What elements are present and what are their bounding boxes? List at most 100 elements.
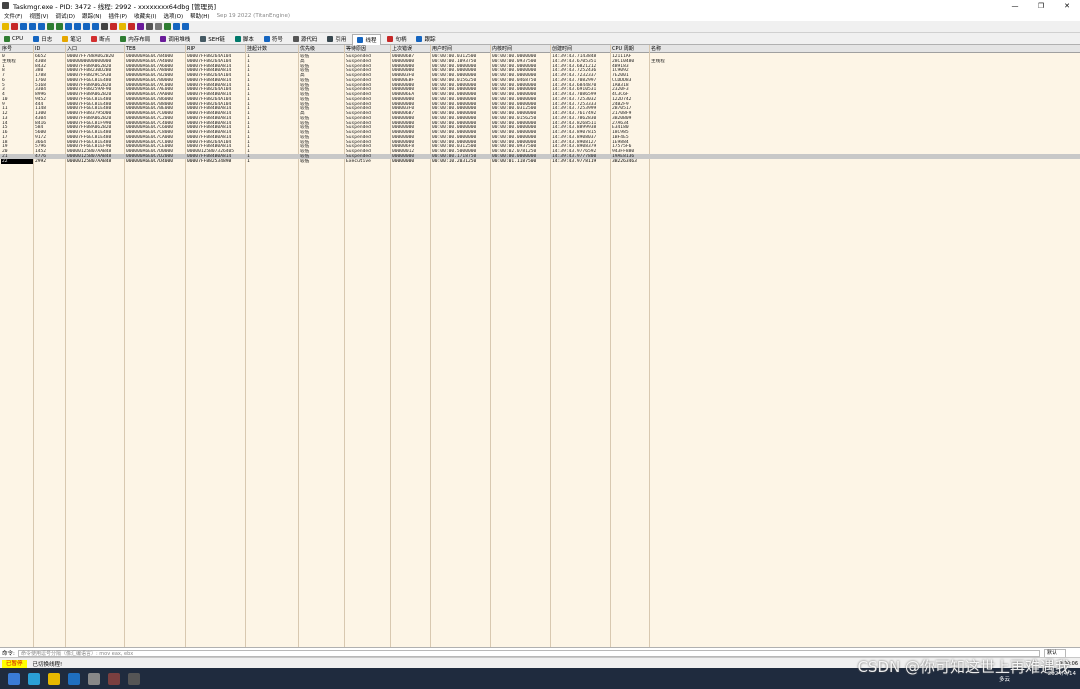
handles-icon [387,36,394,42]
tab-label: 内存布局 [128,37,151,43]
memory-map-icon [120,36,127,42]
restart-icon[interactable] [11,23,18,30]
tab-label: SEH链 [208,37,225,43]
stop-icon[interactable] [101,23,108,30]
tab-threads[interactable]: 线程 [352,33,382,45]
execute-till-return-icon[interactable] [83,23,90,30]
table-cell: 2992 [35,158,47,164]
breakpoint-icon [91,36,98,42]
source-icon [292,36,299,42]
table-row[interactable]: 22 2992 00000125B07AAB48 000000A6E0C7D4000 0… [0,158,1080,164]
table-cell: 00:00:01.1187500 [492,158,537,164]
menu-file[interactable]: 文件(F) [4,12,22,20]
open-icon[interactable] [2,23,9,30]
taskmgr-taskbar-icon[interactable] [128,672,140,685]
trace-over-icon[interactable] [74,23,81,30]
column-header[interactable]: 优先级 [299,45,344,53]
patch-icon[interactable] [110,23,117,30]
start-icon[interactable] [8,672,20,685]
calculator-icon[interactable] [164,23,171,30]
hash-icon[interactable] [146,23,153,30]
comments-icon[interactable] [119,23,126,30]
toolbar [0,21,1080,33]
references-icon [327,36,334,42]
tab-references[interactable]: 引用 [323,34,350,44]
view-tabs: CPU 日志 笔记 断点 内存布局 调用堆栈 SEH链 脚本 符号 源代码 引用 线程 句柄 跟踪 [0,33,1080,45]
menu-view[interactable]: 视图(V) [29,12,48,20]
mail-icon[interactable] [68,672,80,685]
window-title: Taskmgr.exe - PID: 3472 - 线程: 2992 - xxx… [13,2,217,11]
menu-favourites[interactable]: 收藏夹(I) [134,12,156,20]
tab-cpu[interactable]: CPU [0,34,27,44]
tab-label: 脚本 [242,37,254,43]
tab-label: 日志 [41,37,53,43]
column-header[interactable]: CPU 周期 [611,45,649,53]
column-header[interactable]: 序号 [1,45,33,53]
tab-memory-map[interactable]: 内存布局 [116,34,154,44]
tab-handles[interactable]: 句柄 [383,34,410,44]
column-header[interactable]: 上次错误 [391,45,430,53]
column-header[interactable]: 等待原因 [345,45,390,53]
tab-label: 笔记 [70,37,82,43]
tab-label: 符号 [271,37,283,43]
column-header[interactable]: RIP [186,45,245,53]
store-icon[interactable] [88,672,100,685]
tab-label: 句柄 [395,37,407,43]
column-header[interactable]: 入口 [66,45,124,53]
column-header[interactable]: 内核时间 [491,45,550,53]
window-controls: — ❐ ✕ [1002,0,1080,11]
step-over-icon[interactable] [56,23,63,30]
menu-help[interactable]: 帮助(H) [190,12,209,20]
tab-notes[interactable]: 笔记 [58,34,85,44]
debug-state-badge: 已暂停 [2,659,27,668]
seh-icon [200,36,207,42]
column-header[interactable]: 名称 [650,45,1079,53]
app-icon [2,2,9,9]
menu-bar: 文件(F) 视图(V) 调试(D) 跟踪(N) 插件(P) 收藏夹(I) 选项(… [0,11,1080,21]
run-to-user-code-icon[interactable] [92,23,99,30]
menu-trace[interactable]: 跟踪(N) [82,12,101,20]
tab-source[interactable]: 源代码 [289,34,322,44]
column-header[interactable]: 创建时间 [551,45,610,53]
close-button[interactable]: ✕ [1054,0,1080,11]
table-cell: Executive [346,158,371,164]
tab-symbols[interactable]: 符号 [260,34,287,44]
maximize-button[interactable]: ❐ [1028,0,1054,11]
status-message: 已切换线程! [32,661,63,668]
table-cell [650,159,1079,164]
tab-seh[interactable]: SEH链 [196,34,229,44]
labels-icon[interactable] [128,23,135,30]
column-header[interactable]: 用户时间 [431,45,490,53]
menu-plugins[interactable]: 插件(P) [108,12,127,20]
tab-label: CPU [12,36,24,42]
tab-label: 跟踪 [424,37,436,43]
globe-icon[interactable] [182,23,189,30]
column-header[interactable]: ID [34,45,65,53]
x64dbg-taskbar-icon[interactable] [108,672,120,685]
table-cell: 00000000 [392,158,415,164]
table-cell: 00007FFB8253489B [187,158,232,164]
column-header[interactable]: 挂起计数 [246,45,298,53]
pause-icon[interactable] [38,23,45,30]
step-into-icon[interactable] [47,23,54,30]
menu-options[interactable]: 选项(O) [164,12,184,20]
text-icon[interactable] [155,23,162,30]
tab-log[interactable]: 日志 [29,34,56,44]
close-file-icon[interactable] [20,23,27,30]
tab-breakpoint[interactable]: 断点 [87,34,114,44]
minimize-button[interactable]: — [1002,0,1028,11]
watermark: CSDN @你可知这世上再难遇我 [857,658,1070,676]
functions-icon[interactable] [137,23,144,30]
tab-script[interactable]: 脚本 [231,34,258,44]
settings-icon[interactable] [173,23,180,30]
file-explorer-icon[interactable] [48,672,60,685]
tab-callstack[interactable]: 调用堆栈 [156,34,194,44]
table-cell: 3B2263463 [612,158,637,164]
column-header[interactable]: TEB [125,45,185,53]
tab-trace[interactable]: 跟踪 [412,34,439,44]
symbols-icon [263,36,270,42]
run-icon[interactable] [29,23,36,30]
menu-debug[interactable]: 调试(D) [56,12,76,20]
edge-icon[interactable] [28,672,40,685]
trace-into-icon[interactable] [65,23,72,30]
